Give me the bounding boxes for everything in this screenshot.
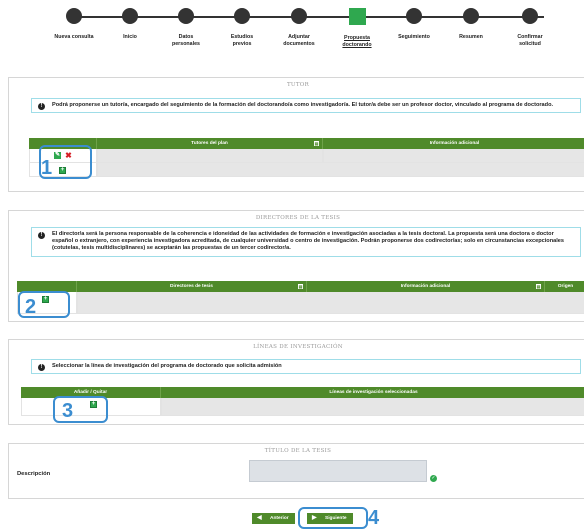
sort-icon[interactable]: ▤ [536, 284, 541, 289]
lineas-info-text: Seleccionar la línea de investigación de… [52, 363, 282, 369]
info-col-label: Información adicional [400, 284, 451, 289]
directores-grid-header: Directores de tesis ▤ Información adicio… [17, 281, 584, 292]
callout-box-4 [298, 507, 368, 529]
directores-col-label: Directores de tesis [170, 284, 213, 289]
step-dot [522, 8, 538, 24]
callout-number-1: 1 [41, 157, 53, 179]
directores-add-row: + [17, 292, 584, 314]
tutor-info-text: Podrá proponerse un tutor/a, encargado d… [52, 102, 554, 108]
step-dot [122, 8, 138, 24]
tutor-info-box: ! Podrá proponerse un tutor/a, encargado… [31, 98, 581, 114]
step-dot [406, 8, 422, 24]
step-dot [234, 8, 250, 24]
step-dot [291, 8, 307, 24]
info-cell [323, 149, 584, 163]
lineas-col-label: Líneas de investigación seleccionadas [329, 390, 418, 395]
directores-info-box: ! El director/a será la persona responsa… [31, 227, 581, 257]
step-label: Propuesta doctorando [342, 35, 372, 48]
origen-col-header[interactable]: Origen [545, 281, 584, 292]
info-col-header[interactable]: Información adicional ▤ [307, 281, 545, 292]
directores-section: DIRECTORES DE LA TESIS ! El director/a s… [8, 210, 584, 322]
sort-icon[interactable]: ▤ [298, 284, 303, 289]
callout-number-3: 3 [62, 400, 74, 422]
lineas-col-header: Líneas de investigación seleccionadas [161, 387, 584, 398]
step-dot [178, 8, 194, 24]
lineas-add-empty [161, 398, 584, 416]
description-label: Descripción [17, 471, 51, 477]
step-label: Datos personales [172, 34, 200, 47]
tutor-grid-header: Tutores del plan ▤ Información adicional [29, 138, 584, 149]
step-active-marker [348, 8, 366, 25]
lineas-info-box: ! Seleccionar la línea de investigación … [31, 359, 581, 375]
info-icon: ! [38, 103, 45, 110]
callout-number-4: 4 [368, 507, 380, 529]
sort-icon[interactable]: ▤ [314, 141, 319, 146]
tutor-grid: Tutores del plan ▤ Información adicional… [29, 138, 584, 177]
tutor-row: ✎ ✖ [29, 149, 584, 163]
add-remove-col-label: Añadir / Quitar [73, 390, 108, 395]
titulo-section: TÍTULO DE LA TESIS Descripción ✓ [8, 443, 584, 499]
tutor-col-header[interactable]: Tutores del plan ▤ [97, 138, 323, 149]
tutor-col-label: Tutores del plan [191, 141, 228, 146]
step-label: Estudios previos [230, 34, 254, 47]
progress-stepper: Nueva consulta Inicio Datos personales E… [0, 0, 584, 62]
step-dot [66, 8, 82, 24]
step-dot [463, 8, 479, 24]
directores-col-header[interactable]: Directores de tesis ▤ [77, 281, 307, 292]
directores-info-text: El director/a será la persona responsabl… [52, 231, 564, 252]
description-textarea[interactable] [249, 460, 427, 482]
anterior-button[interactable]: ◀ Anterior [252, 513, 295, 524]
info-col-header[interactable]: Información adicional [323, 138, 584, 149]
directores-add-empty [77, 292, 584, 314]
tutor-cell [97, 149, 323, 163]
arrow-left-icon: ◀ [257, 515, 262, 521]
origen-col-label: Origen [557, 284, 574, 289]
tutor-section: TUTOR ! Podrá proponerse un tutor/a, enc… [8, 77, 584, 192]
tutor-add-empty [97, 163, 584, 177]
tutor-add-row: + [29, 163, 584, 177]
directores-grid: Directores de tesis ▤ Información adicio… [17, 281, 584, 314]
tutor-legend: TUTOR [9, 73, 584, 91]
titulo-legend: TÍTULO DE LA TESIS [9, 439, 584, 457]
anterior-label: Anterior [270, 516, 289, 521]
directores-legend: DIRECTORES DE LA TESIS [9, 206, 584, 224]
info-icon: ! [38, 364, 45, 371]
step-confirmar-solicitud[interactable]: Confirmar solicitud [490, 8, 570, 47]
info-col-label: Información adicional [429, 141, 480, 146]
char-count-icon: ✓ [430, 475, 437, 482]
callout-number-2: 2 [25, 296, 37, 318]
info-icon: ! [38, 232, 45, 239]
step-label: Confirmar solicitud [517, 34, 543, 47]
lineas-legend: LÍNEAS DE INVESTIGACIÓN [9, 335, 584, 353]
step-label: Adjuntar documentos [283, 34, 315, 47]
